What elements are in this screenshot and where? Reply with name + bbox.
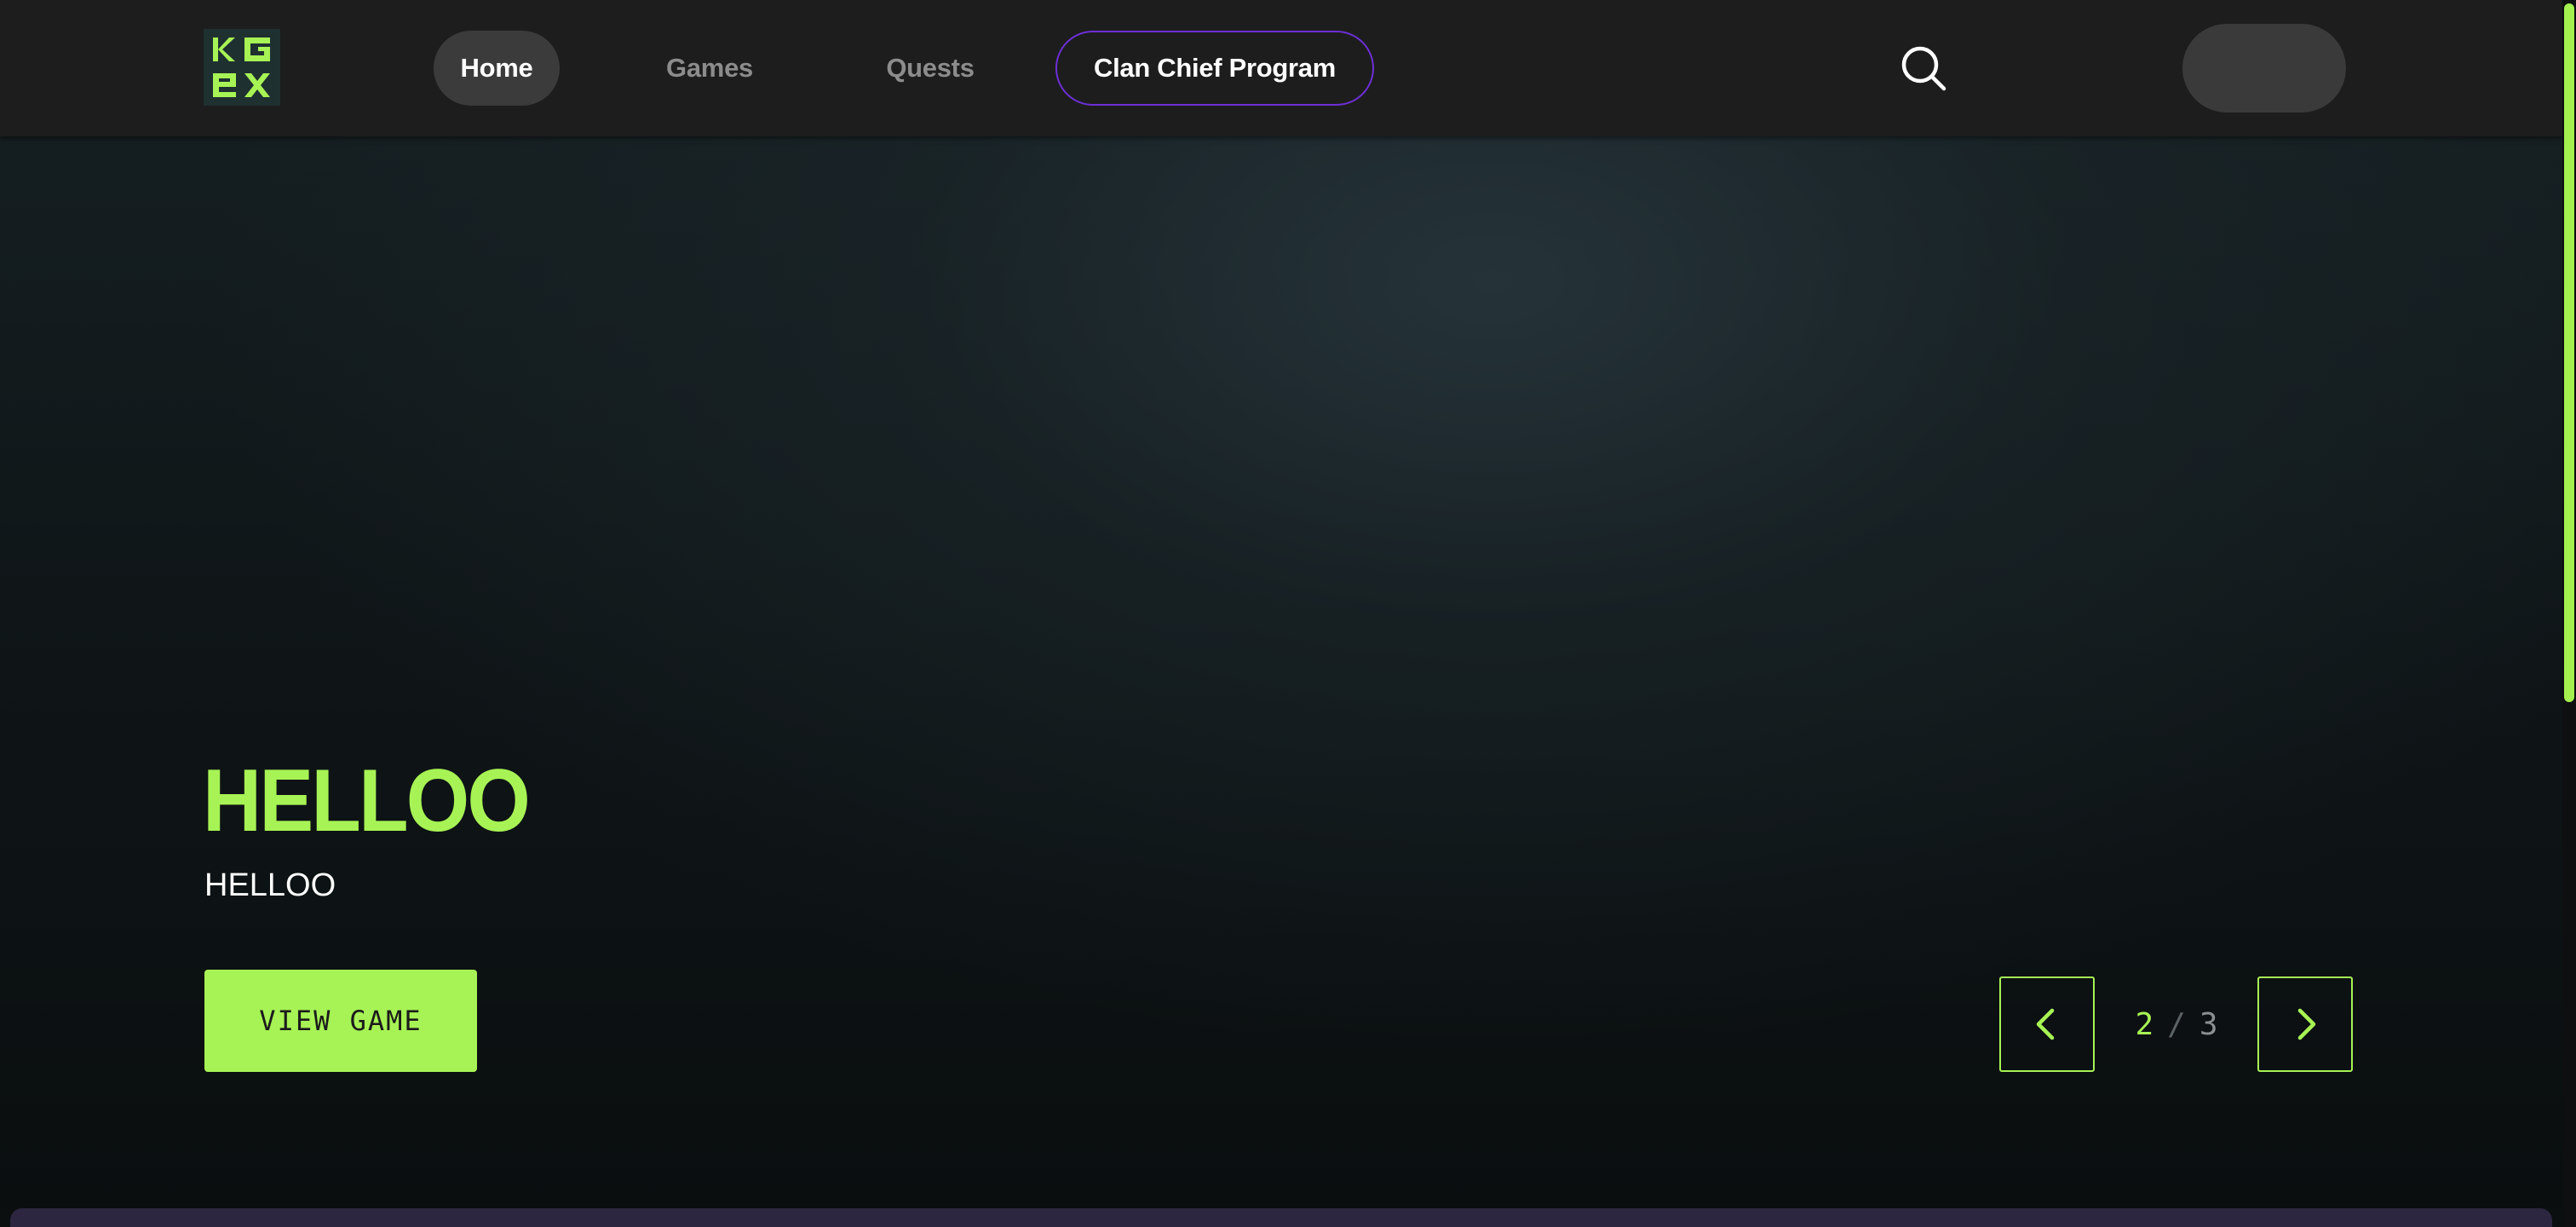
page-scrollbar[interactable]: [2562, 0, 2576, 1227]
carousel-pager: 2 / 3: [2121, 1000, 2232, 1048]
carousel-next-button[interactable]: [2257, 976, 2353, 1072]
hero-title: HELLOO: [203, 752, 531, 850]
nav-quests-tab[interactable]: Quests: [867, 31, 993, 106]
chevron-right-icon: [2297, 1008, 2316, 1040]
pager-current: 2: [2135, 1006, 2154, 1042]
carousel-prev-button[interactable]: [1999, 976, 2095, 1072]
hero-subtitle: HELLOO: [204, 867, 336, 903]
nav-games-tab[interactable]: Games: [647, 31, 772, 106]
pager-total: 3: [2199, 1006, 2218, 1042]
profile-button[interactable]: [2182, 24, 2346, 112]
top-navigation: Home Games Quests Clan Chief Program: [0, 0, 2562, 136]
chevron-left-icon: [2036, 1008, 2055, 1040]
search-icon[interactable]: [1898, 43, 1949, 94]
kgen-logo-icon[interactable]: [204, 29, 280, 106]
scrollbar-thumb[interactable]: [2564, 3, 2574, 702]
clan-chief-program-button[interactable]: Clan Chief Program: [1055, 31, 1374, 106]
pager-separator: /: [2167, 1006, 2186, 1042]
nav-home-tab[interactable]: Home: [434, 31, 560, 106]
view-game-button[interactable]: VIEW GAME: [204, 970, 477, 1072]
next-section-edge: [10, 1208, 2552, 1227]
